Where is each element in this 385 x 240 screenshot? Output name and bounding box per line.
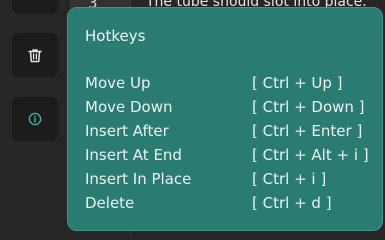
hotkey-shortcut: [ Ctrl + Down ] xyxy=(252,98,365,116)
hotkey-shortcut: [ Ctrl + Alt + i ] xyxy=(252,146,369,164)
hotkey-row: Insert At End [ Ctrl + Alt + i ] xyxy=(85,146,372,168)
hotkey-shortcut: [ Ctrl + d ] xyxy=(252,194,332,212)
hotkey-row: Delete [ Ctrl + d ] xyxy=(85,194,372,216)
hotkey-row: Insert In Place [ Ctrl + i ] xyxy=(85,170,372,192)
hotkey-label: Insert At End xyxy=(85,146,182,164)
popup-title: Hotkeys xyxy=(85,27,146,45)
hotkey-row: Insert After [ Ctrl + Enter ] xyxy=(85,122,372,144)
hotkey-label: Delete xyxy=(85,194,135,212)
info-icon xyxy=(28,112,42,126)
trash-icon xyxy=(28,48,42,63)
hotkey-label: Move Down xyxy=(85,98,173,116)
hotkey-row: Move Up [ Ctrl + Up ] xyxy=(85,74,372,96)
hotkey-shortcut: [ Ctrl + Up ] xyxy=(252,74,343,92)
hotkey-label: Insert After xyxy=(85,122,169,140)
hotkey-label: Move Up xyxy=(85,74,151,92)
toolbar-column xyxy=(0,0,70,236)
hotkeys-popup: Hotkeys Move Up [ Ctrl + Up ] Move Down … xyxy=(67,7,383,231)
hotkey-shortcut: [ Ctrl + i ] xyxy=(252,170,327,188)
hotkey-shortcut: [ Ctrl + Enter ] xyxy=(252,122,363,140)
hotkey-row: Move Down [ Ctrl + Down ] xyxy=(85,98,372,120)
toolbar-button-partial[interactable] xyxy=(12,0,58,14)
hotkeys-info-button[interactable] xyxy=(12,97,58,141)
hotkey-label: Insert In Place xyxy=(85,170,192,188)
delete-button[interactable] xyxy=(12,33,58,77)
app-stage: 3 The tube should slot into place. Hotke… xyxy=(0,0,385,236)
